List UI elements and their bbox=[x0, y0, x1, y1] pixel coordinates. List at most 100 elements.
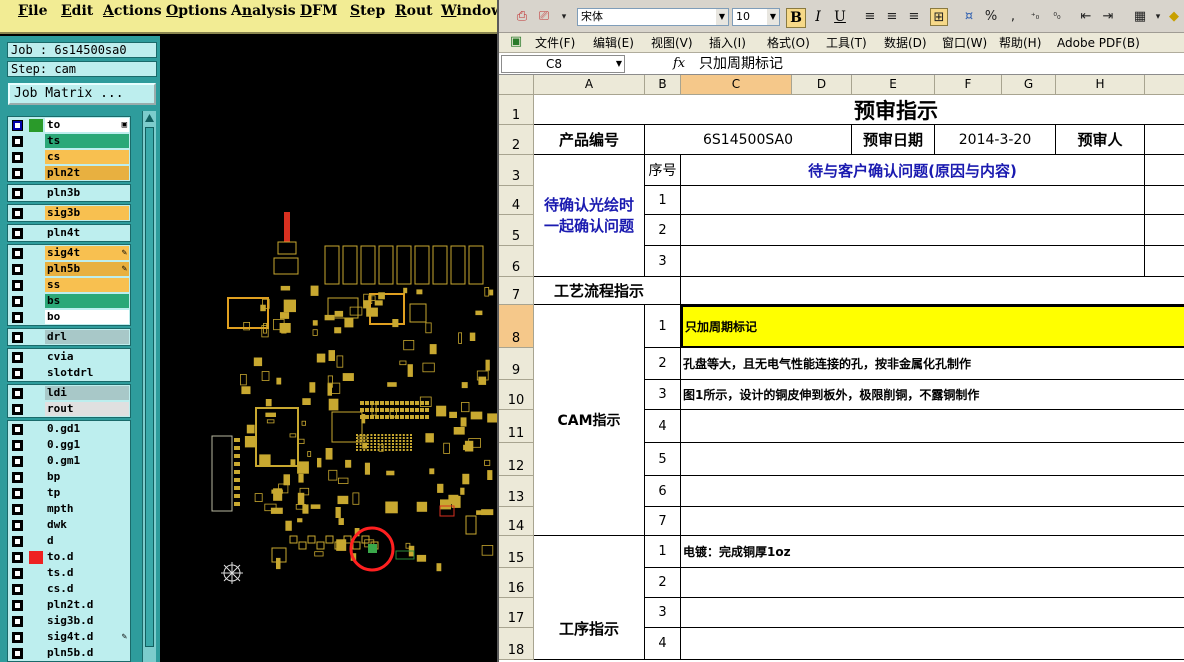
layer-row-0.gd1[interactable]: 0.gd1 bbox=[8, 421, 132, 437]
excel-menu-item[interactable]: 文件(F) bbox=[535, 35, 575, 51]
cam-instruction[interactable]: 图1所示，设计的铜皮伸到板外，极限削铜，不露铜制作 bbox=[681, 380, 1184, 410]
layer-row-drl[interactable]: drl bbox=[8, 329, 132, 345]
underline-button[interactable]: U bbox=[830, 8, 850, 28]
layer-checkbox[interactable] bbox=[12, 208, 23, 219]
excel-menu-item[interactable]: 工具(T) bbox=[826, 35, 867, 51]
cam-instruction[interactable]: 只加周期标记 bbox=[681, 305, 1184, 348]
name-box[interactable]: C8 ▼ bbox=[501, 55, 625, 73]
row-header-14[interactable]: 14 bbox=[499, 507, 534, 536]
fx-icon[interactable]: fx bbox=[673, 55, 685, 73]
row-header-8[interactable]: 8 bbox=[499, 305, 534, 348]
layer-checkbox[interactable] bbox=[12, 368, 23, 379]
cam-menu-windows[interactable]: Windows bbox=[441, 1, 497, 21]
reviewer-label[interactable]: 预审人 bbox=[1056, 125, 1145, 155]
layer-checkbox[interactable] bbox=[12, 120, 23, 131]
row-header-6[interactable]: 6 bbox=[499, 246, 534, 277]
pdf-mail-icon[interactable]: ⎚ bbox=[535, 8, 553, 26]
layer-checkbox[interactable] bbox=[12, 440, 23, 451]
cam-seq[interactable]: 3 bbox=[645, 380, 681, 410]
comma-style-icon[interactable]: , bbox=[1004, 8, 1022, 26]
borders-icon[interactable]: ▦ bbox=[1131, 8, 1149, 26]
merge-center-icon[interactable]: ⊞ bbox=[930, 8, 948, 26]
confirm-item[interactable] bbox=[681, 215, 1145, 246]
layer-row-bs[interactable]: bs bbox=[8, 293, 132, 309]
layer-row-0.gm1[interactable]: 0.gm1 bbox=[8, 453, 132, 469]
layer-checkbox[interactable] bbox=[12, 456, 23, 467]
job-matrix-button[interactable]: Job Matrix ... bbox=[8, 83, 156, 105]
process-section-label[interactable]: 工序指示 bbox=[534, 536, 645, 660]
decrease-decimal-icon[interactable]: ⁰₀ bbox=[1048, 8, 1066, 26]
layer-row-tp[interactable]: tp bbox=[8, 485, 132, 501]
confirm-item[interactable] bbox=[681, 246, 1145, 277]
layer-row-rout[interactable]: rout bbox=[8, 401, 132, 417]
confirm-header-extra[interactable] bbox=[1145, 155, 1184, 186]
italic-button[interactable]: I bbox=[808, 8, 828, 28]
layer-row-ss[interactable]: ss bbox=[8, 277, 132, 293]
layer-checkbox[interactable] bbox=[12, 332, 23, 343]
layer-checkbox[interactable] bbox=[12, 520, 23, 531]
cam-instruction[interactable] bbox=[681, 507, 1184, 536]
currency-icon[interactable]: ¤ bbox=[960, 8, 978, 26]
row-header-4[interactable]: 4 bbox=[499, 186, 534, 215]
process-seq[interactable]: 2 bbox=[645, 568, 681, 598]
layer-row-d[interactable]: d bbox=[8, 533, 132, 549]
cam-seq[interactable]: 6 bbox=[645, 476, 681, 507]
row-header-2[interactable]: 2 bbox=[499, 125, 534, 155]
layer-checkbox[interactable] bbox=[12, 504, 23, 515]
layer-checkbox[interactable] bbox=[12, 152, 23, 163]
excel-menu-item[interactable]: 帮助(H) bbox=[999, 35, 1041, 51]
layer-row-pln2t[interactable]: pln2t bbox=[8, 165, 132, 181]
row-header-1[interactable]: 1 bbox=[499, 95, 534, 125]
excel-app-icon[interactable]: ▣ bbox=[507, 33, 525, 51]
layer-row-sig4t.d[interactable]: sig4t.d ✎ bbox=[8, 629, 132, 645]
font-size-select[interactable]: 10 ▼ bbox=[732, 8, 780, 26]
process-instruction[interactable]: 电镀：完成铜厚1oz bbox=[681, 536, 1184, 568]
layer-checkbox[interactable] bbox=[12, 616, 23, 627]
row-header-10[interactable]: 10 bbox=[499, 380, 534, 410]
excel-menu-item[interactable]: 插入(I) bbox=[709, 35, 746, 51]
layer-row-pln2t.d[interactable]: pln2t.d bbox=[8, 597, 132, 613]
confirm-item-extra[interactable] bbox=[1145, 215, 1184, 246]
layer-row-ts.d[interactable]: ts.d bbox=[8, 565, 132, 581]
confirm-item-extra[interactable] bbox=[1145, 186, 1184, 215]
product-no-label[interactable]: 产品编号 bbox=[534, 125, 645, 155]
layer-checkbox[interactable] bbox=[12, 136, 23, 147]
row-header-13[interactable]: 13 bbox=[499, 476, 534, 507]
cam-menu-step[interactable]: Step bbox=[350, 1, 385, 21]
seq-header[interactable]: 序号 bbox=[645, 155, 681, 186]
layer-checkbox[interactable] bbox=[12, 280, 23, 291]
layer-row-mpth[interactable]: mpth bbox=[8, 501, 132, 517]
excel-menu-item[interactable]: Adobe PDF(B) bbox=[1057, 35, 1140, 51]
column-header-C[interactable]: C bbox=[681, 75, 792, 95]
process-instruction[interactable] bbox=[681, 628, 1184, 660]
decrease-indent-icon[interactable]: ⇤ bbox=[1077, 8, 1095, 26]
row-header-3[interactable]: 3 bbox=[499, 155, 534, 186]
layer-checkbox[interactable] bbox=[12, 424, 23, 435]
chevron-down-icon[interactable]: ▼ bbox=[616, 56, 622, 72]
excel-menu-item[interactable]: 编辑(E) bbox=[593, 35, 634, 51]
product-no-value[interactable]: 6S14500SA0 bbox=[645, 125, 852, 155]
scroll-thumb[interactable] bbox=[145, 127, 154, 647]
fill-color-icon[interactable]: ◆ bbox=[1165, 8, 1183, 26]
layer-row-slotdrl[interactable]: slotdrl bbox=[8, 365, 132, 381]
row-header-7[interactable]: 7 bbox=[499, 277, 534, 305]
excel-menu-item[interactable]: 视图(V) bbox=[651, 35, 693, 51]
row-header-16[interactable]: 16 bbox=[499, 568, 534, 598]
layer-checkbox[interactable] bbox=[12, 296, 23, 307]
cam-menu-rout[interactable]: Rout bbox=[395, 1, 433, 21]
layer-checkbox[interactable] bbox=[12, 312, 23, 323]
excel-menu-item[interactable]: 窗口(W) bbox=[942, 35, 987, 51]
cam-seq[interactable]: 2 bbox=[645, 348, 681, 380]
layer-row-pln5b[interactable]: pln5b ✎ bbox=[8, 261, 132, 277]
layer-row-to[interactable]: to ▣ bbox=[8, 117, 132, 133]
column-header-extra[interactable] bbox=[1145, 75, 1184, 95]
column-header-E[interactable]: E bbox=[852, 75, 935, 95]
layer-checkbox[interactable] bbox=[12, 264, 23, 275]
layer-checkbox[interactable] bbox=[12, 600, 23, 611]
layer-row-sig4t[interactable]: sig4t ✎ bbox=[8, 245, 132, 261]
layer-row-pln5b.d[interactable]: pln5b.d bbox=[8, 645, 132, 661]
layer-checkbox[interactable] bbox=[12, 568, 23, 579]
cam-instruction[interactable]: 孔盘等大，且无电气性能连接的孔，按非金属化孔制作 bbox=[681, 348, 1184, 380]
layer-checkbox[interactable] bbox=[12, 472, 23, 483]
row-header-11[interactable]: 11 bbox=[499, 410, 534, 443]
